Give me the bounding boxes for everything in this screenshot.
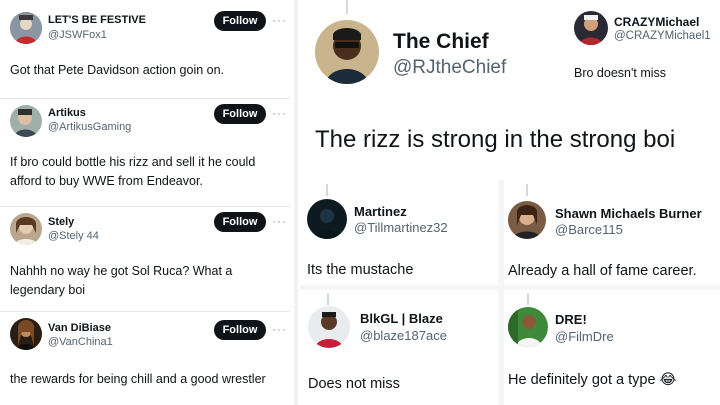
tweet-card[interactable]: Artikus @ArtikusGaming Follow ··· If bro… [0, 99, 290, 206]
tweet-author-name[interactable]: BlkGL | Blaze [360, 311, 443, 326]
column-separator [294, 0, 298, 405]
avatar[interactable] [10, 318, 42, 350]
reply-card-blkgl[interactable]: BlkGL | Blaze @blaze187ace Does not miss [300, 290, 498, 405]
tweet-author-handle[interactable]: @Stely 44 [48, 230, 99, 242]
crazy-tweet-card[interactable]: CRAZYMichael @CRAZYMichael1 Bro doesn't … [565, 0, 720, 110]
tweet-author-name[interactable]: Van DiBiase [48, 322, 111, 334]
tweet-author-name[interactable]: Stely [48, 216, 74, 228]
tweet-text: Got that Pete Davidson action goin on. [10, 63, 225, 77]
thread-line [527, 293, 529, 305]
thread-line [526, 184, 528, 196]
follow-button[interactable]: Follow [214, 11, 266, 31]
tweet-author-handle[interactable]: @FilmDre [555, 329, 614, 344]
caption-banner: The rizz is strong in the strong boi [300, 112, 720, 174]
tweet-text: Its the mustache [307, 262, 414, 278]
tweet-author-name[interactable]: Martinez [354, 204, 407, 219]
thread-line [346, 0, 348, 14]
avatar[interactable] [10, 105, 42, 137]
more-horizontal-icon[interactable]: ··· [272, 106, 287, 120]
tweet-card[interactable]: Van DiBiase @VanChina1 Follow ··· the re… [0, 312, 290, 405]
avatar[interactable] [10, 12, 42, 44]
tweet-author-handle[interactable]: @blaze187ace [360, 328, 447, 343]
left-feed-panel: LET'S BE FESTIVE @JSWFox1 Follow ··· Got… [0, 0, 290, 405]
more-horizontal-icon[interactable]: ··· [272, 13, 287, 27]
tweet-author-handle[interactable]: @VanChina1 [48, 336, 113, 348]
tweet-author-name[interactable]: DRE! [555, 312, 587, 327]
reply-card-shawn[interactable]: Shawn Michaels Burner @Barce115 Already … [504, 180, 720, 285]
tweet-author-name[interactable]: Shawn Michaels Burner [555, 206, 702, 221]
avatar[interactable] [10, 213, 42, 245]
chief-profile-header: The Chief @RJtheChief [300, 0, 560, 110]
thread-line [327, 293, 329, 305]
avatar[interactable] [508, 201, 546, 239]
tweet-text: Already a hall of fame career. [508, 263, 697, 279]
follow-button[interactable]: Follow [214, 104, 266, 124]
tweet-author-handle[interactable]: @ArtikusGaming [48, 121, 131, 133]
tweet-author-name[interactable]: LET'S BE FESTIVE [48, 14, 146, 26]
tweet-card[interactable]: LET'S BE FESTIVE @JSWFox1 Follow ··· Got… [0, 0, 290, 98]
follow-button[interactable]: Follow [214, 212, 266, 232]
tweet-author-handle[interactable]: @JSWFox1 [48, 29, 107, 41]
avatar[interactable] [307, 199, 347, 239]
avatar[interactable] [508, 307, 548, 347]
reply-grid: Martinez @Tillmartinez32 Its the mustach… [300, 180, 720, 405]
thread-line [326, 184, 328, 196]
avatar[interactable] [574, 11, 608, 45]
reply-card-martinez[interactable]: Martinez @Tillmartinez32 Its the mustach… [300, 180, 498, 285]
avatar[interactable] [315, 20, 379, 84]
tweet-text: Bro doesn't miss [574, 66, 667, 80]
tweet-author-name[interactable]: Artikus [48, 107, 86, 119]
more-horizontal-icon[interactable]: ··· [272, 322, 287, 336]
tweet-text: He definitely got a type 😂 [508, 372, 677, 388]
tweet-author-name[interactable]: CRAZYMichael [614, 15, 699, 29]
tweet-text: Nahhh no way he got Sol Ruca? What a leg… [10, 264, 233, 297]
tweet-author-handle[interactable]: @Barce115 [555, 222, 623, 237]
avatar[interactable] [308, 306, 350, 348]
tweet-author-handle[interactable]: @CRAZYMichael1 [614, 30, 711, 42]
tweet-card[interactable]: Stely @Stely 44 Follow ··· Nahhh no way … [0, 207, 290, 311]
reply-card-dre[interactable]: DRE! @FilmDre He definitely got a type 😂 [504, 290, 720, 405]
tweet-text: Does not miss [308, 376, 400, 392]
caption-text: The rizz is strong in the strong boi [315, 126, 676, 153]
profile-name[interactable]: The Chief [393, 30, 489, 54]
tweet-text: the rewards for being chill and a good w… [10, 372, 266, 386]
follow-button[interactable]: Follow [214, 320, 266, 340]
profile-handle[interactable]: @RJtheChief [393, 57, 506, 79]
tweet-author-handle[interactable]: @Tillmartinez32 [354, 220, 448, 235]
tweet-text: If bro could bottle his rizz and sell it… [10, 155, 256, 188]
more-horizontal-icon[interactable]: ··· [272, 214, 287, 228]
